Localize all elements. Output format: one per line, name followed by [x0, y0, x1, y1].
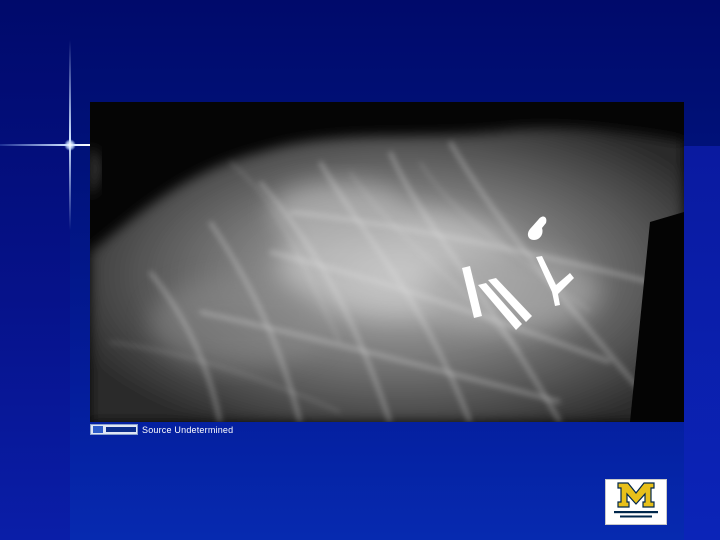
source-credit: Source Undetermined [90, 424, 233, 435]
right-strip [684, 146, 720, 540]
open-michigan-badge-icon [90, 424, 138, 435]
sparkle-icon [64, 139, 76, 151]
mammogram-svg [90, 102, 684, 422]
mammogram-image [90, 102, 684, 422]
left-band [0, 0, 70, 540]
credit-text: Source Undetermined [142, 424, 234, 435]
university-of-michigan-logo [605, 479, 667, 525]
block-m-icon [614, 482, 658, 518]
sparkle-horizontal-ray [0, 144, 90, 146]
sparkle-vertical-ray [69, 40, 71, 230]
